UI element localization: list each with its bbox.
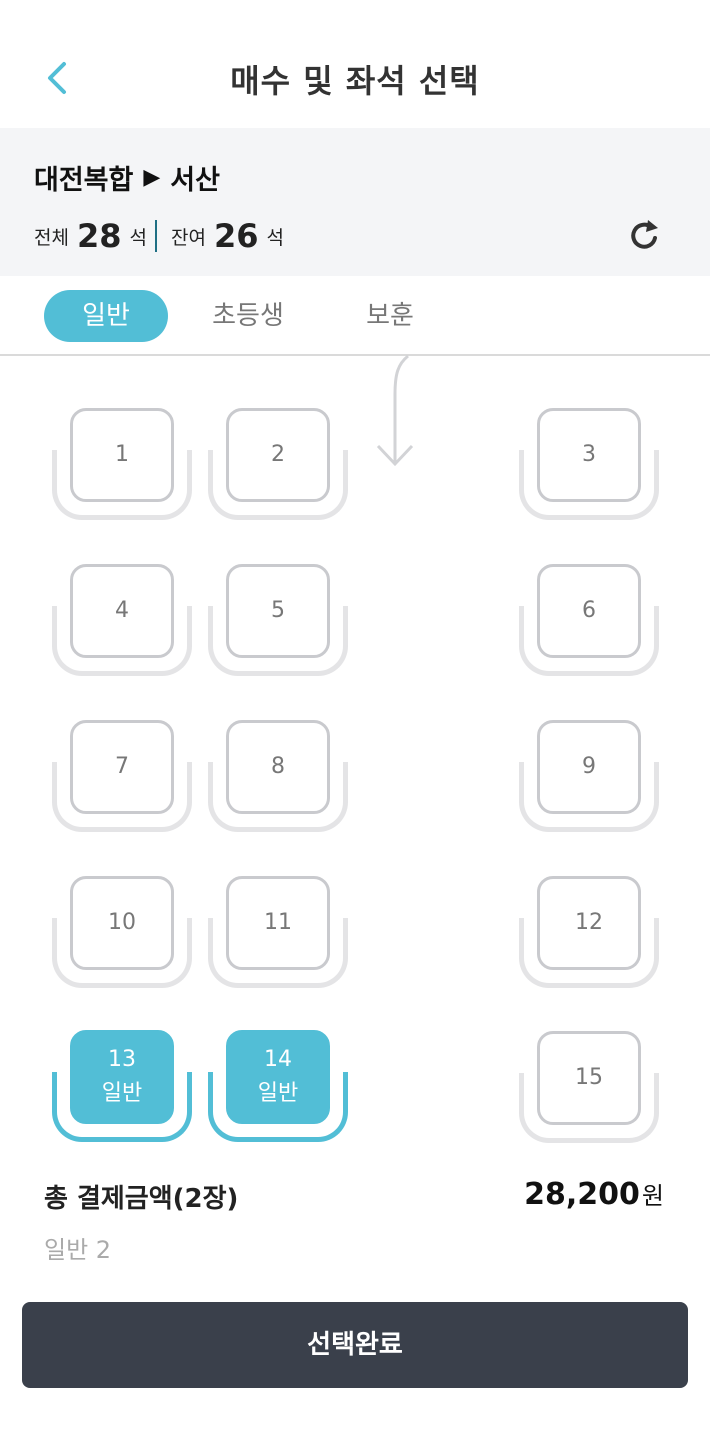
refresh-button[interactable] <box>624 216 664 256</box>
total-seats-label: 전체 <box>34 226 69 249</box>
total-price-unit: 원 <box>641 1182 664 1210</box>
seat-6[interactable]: 6 <box>519 564 659 684</box>
seat-cushion: 13 일반 <box>70 1030 174 1124</box>
departure-terminal: 대전복합 <box>34 165 134 196</box>
seat-8[interactable]: 8 <box>208 720 348 840</box>
seat-passenger-type: 일반 <box>101 1081 143 1106</box>
seat-number: 7 <box>115 754 129 779</box>
seat-cushion: 11 <box>226 876 330 970</box>
tab-veteran[interactable]: 보훈 <box>328 290 452 342</box>
page-title: 매수 및 좌석 선택 <box>230 62 480 100</box>
seat-cushion: 8 <box>226 720 330 814</box>
seat-7[interactable]: 7 <box>52 720 192 840</box>
seat-number: 14 <box>264 1047 292 1072</box>
seat-13[interactable]: 13 일반 <box>52 1030 192 1150</box>
seat-cushion: 12 <box>537 876 641 970</box>
remaining-seats-value: 26 <box>213 217 259 255</box>
seat-1[interactable]: 1 <box>52 408 192 528</box>
tab-general[interactable]: 일반 <box>44 290 168 342</box>
seat-cushion: 2 <box>226 408 330 502</box>
seat-number: 9 <box>582 754 596 779</box>
seat-number: 15 <box>575 1065 603 1090</box>
total-price: 28,200원 <box>524 1176 664 1212</box>
passenger-type-tabs: 일반 초등생 보훈 <box>0 276 710 356</box>
seat-number: 13 <box>108 1047 136 1072</box>
seat-3[interactable]: 3 <box>519 408 659 528</box>
seat-cushion: 15 <box>537 1031 641 1125</box>
seat-number: 10 <box>108 910 136 935</box>
seat-10[interactable]: 10 <box>52 876 192 996</box>
remaining-seats-unit: 석 <box>266 226 284 249</box>
total-seats-value: 28 <box>76 217 122 255</box>
seat-number: 1 <box>115 442 129 467</box>
seat-4[interactable]: 4 <box>52 564 192 684</box>
seat-cushion: 4 <box>70 564 174 658</box>
seat-number: 6 <box>582 598 596 623</box>
app-header: 매수 및 좌석 선택 <box>0 0 710 128</box>
seat-number: 12 <box>575 910 603 935</box>
seat-number: 11 <box>264 910 292 935</box>
seat-2[interactable]: 2 <box>208 408 348 528</box>
seat-14[interactable]: 14 일반 <box>208 1030 348 1150</box>
remaining-seats-label: 잔여 <box>170 226 206 249</box>
confirm-selection-button[interactable]: 선택완료 <box>22 1302 688 1388</box>
seat-cushion: 1 <box>70 408 174 502</box>
seat-map: 1 2 3 4 5 6 7 8 9 10 11 12 13 일반 14 일반 1… <box>0 356 710 1156</box>
seat-cushion: 9 <box>537 720 641 814</box>
seat-cushion: 10 <box>70 876 174 970</box>
seat-cushion: 5 <box>226 564 330 658</box>
tab-elementary[interactable]: 초등생 <box>186 290 310 342</box>
seat-number: 2 <box>271 442 285 467</box>
seat-number: 5 <box>271 598 285 623</box>
seat-number: 4 <box>115 598 129 623</box>
arrival-terminal: 서산 <box>170 165 220 196</box>
seat-number: 8 <box>271 754 285 779</box>
seat-11[interactable]: 11 <box>208 876 348 996</box>
total-seats-unit: 석 <box>129 226 147 249</box>
counts-divider <box>154 220 157 252</box>
seat-12[interactable]: 12 <box>519 876 659 996</box>
total-price-value: 28,200 <box>524 1177 640 1212</box>
seat-number: 3 <box>582 442 596 467</box>
seat-5[interactable]: 5 <box>208 564 348 684</box>
seat-cushion: 6 <box>537 564 641 658</box>
total-payment-label: 총 결제금액(2장) <box>44 1184 239 1214</box>
seat-cushion: 14 일반 <box>226 1030 330 1124</box>
seat-15[interactable]: 15 <box>519 1031 659 1151</box>
ticket-breakdown: 일반 2 <box>44 1236 112 1264</box>
seat-counts: 전체 28 석 잔여 26 석 <box>34 214 284 258</box>
seat-cushion: 3 <box>537 408 641 502</box>
route-info: 대전복합 ▶ 서산 <box>34 158 220 197</box>
seat-passenger-type: 일반 <box>257 1081 299 1106</box>
refresh-icon <box>631 220 658 249</box>
play-arrow-icon: ▶ <box>143 165 161 190</box>
seat-9[interactable]: 9 <box>519 720 659 840</box>
seat-cushion: 7 <box>70 720 174 814</box>
